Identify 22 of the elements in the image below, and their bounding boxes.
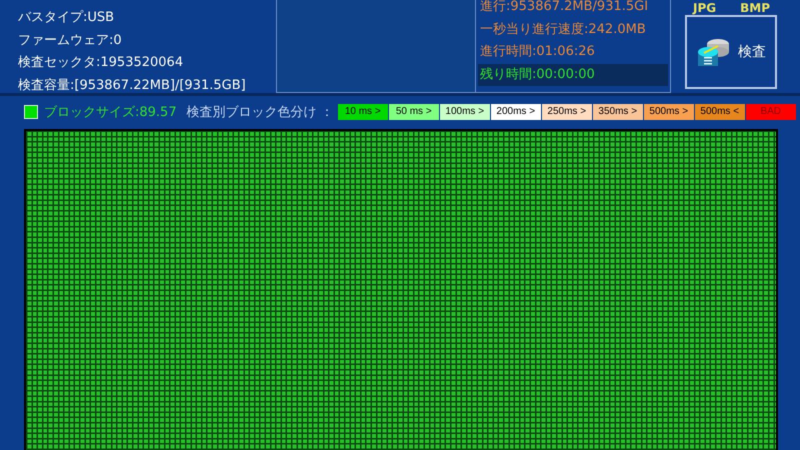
scan-button[interactable]: 検査 — [685, 15, 777, 89]
legend-title: 検査別ブロック色分け ： — [186, 104, 334, 121]
progress-text: 進行時間:01:06:26 — [479, 43, 596, 61]
legend-swatch: 250ms > — [542, 104, 592, 120]
export-link[interactable]: BMP — [740, 1, 770, 15]
device-info-text: 検査容量:[953867.22MB]/[931.5GB] — [18, 76, 247, 94]
legend-swatch: 500ms < — [694, 104, 745, 120]
export-link[interactable]: JPG — [693, 1, 716, 15]
legend-swatch: 350ms > — [592, 104, 643, 120]
device-info-text: 検査セックタ:1953520064 — [18, 54, 184, 72]
block-size-label: ブロックサイズ:89.57 — [44, 104, 177, 121]
legend-swatch: 500ms > — [644, 104, 694, 120]
legend-swatch: 200ms > — [490, 104, 541, 120]
legend-swatch: 50 ms > — [388, 104, 439, 120]
device-info-text: バスタイプ:USB — [18, 9, 116, 27]
progress-text: 一秒当り進行速度:242.0MB — [479, 20, 647, 38]
device-info-text: ファームウェア:0 — [18, 32, 123, 50]
legend-square-icon — [24, 105, 38, 119]
legend-swatch: 100ms > — [440, 104, 490, 120]
remaining-time-text: 残り時間:00:00:00 — [478, 64, 668, 86]
legend-swatch: 10 ms > — [338, 104, 388, 120]
legend-swatch: BAD — [746, 104, 796, 120]
